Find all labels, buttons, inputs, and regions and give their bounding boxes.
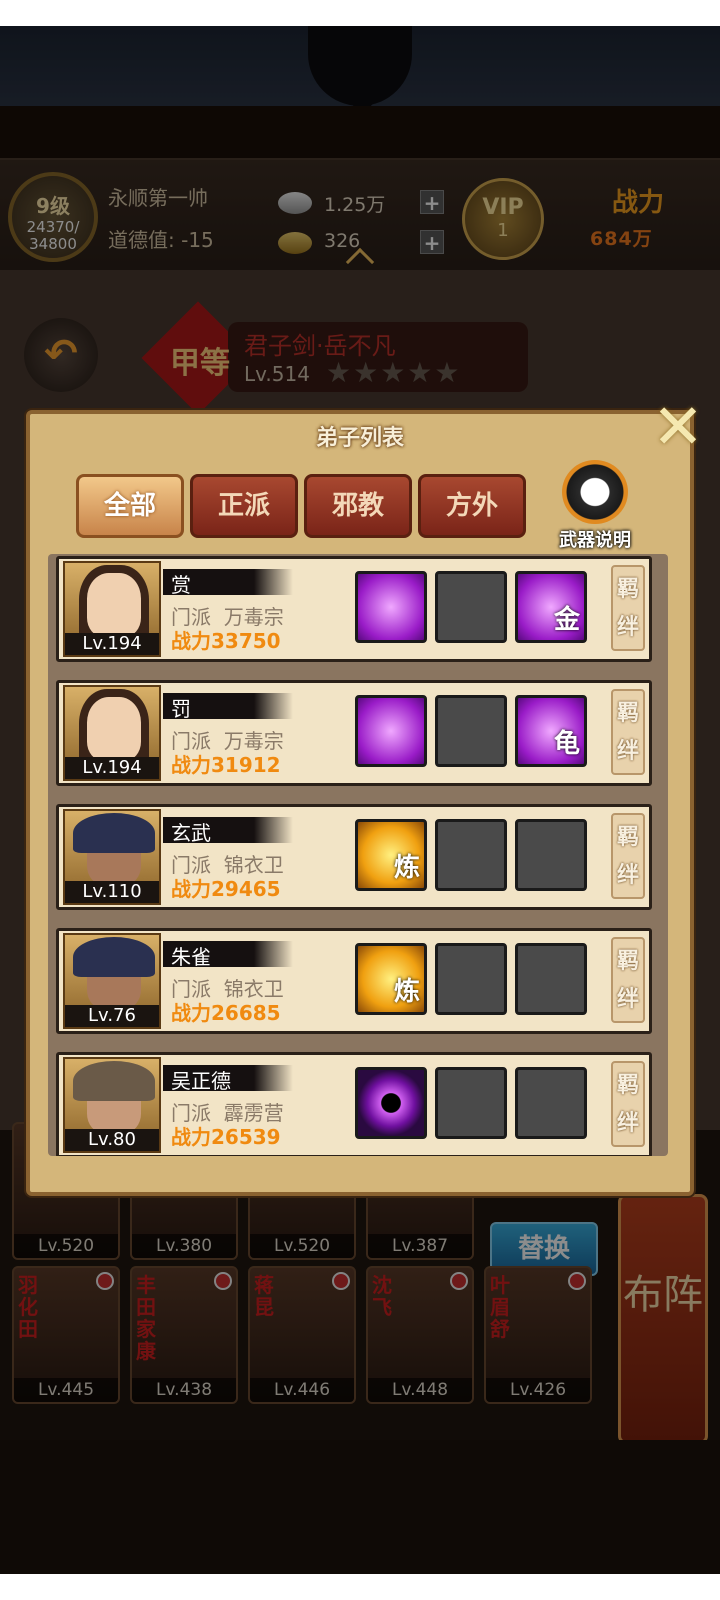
disciple-portrait: Lv.194 <box>63 685 161 781</box>
close-icon[interactable]: ✕ <box>646 396 710 462</box>
disciple-power: 战力31912 <box>171 749 281 778</box>
slot-glyph: 炼 <box>393 853 420 883</box>
game-screen: 9级 24370/ 34800 永顺第一帅 道德值: -15 1.25万 + 3… <box>0 26 720 1574</box>
power-value: 31912 <box>211 753 281 777</box>
disciple-level: Lv.76 <box>65 1005 159 1027</box>
weapon-slot[interactable] <box>355 695 427 767</box>
disciple-portrait: Lv.194 <box>63 561 161 657</box>
disciple-name: 罚 <box>171 697 191 721</box>
tab-evil[interactable]: 邪教 <box>304 474 412 538</box>
disciple-power: 战力29465 <box>171 873 281 902</box>
tab-all[interactable]: 全部 <box>76 474 184 538</box>
weapon-help-button[interactable]: 武器说明 <box>548 458 642 552</box>
weapon-slot-empty[interactable] <box>435 943 507 1015</box>
power-label: 战力 <box>171 753 211 777</box>
portrait-hat <box>73 813 155 853</box>
weapon-slot-empty[interactable] <box>515 819 587 891</box>
weapon-slot-empty[interactable] <box>515 943 587 1015</box>
power-label: 战力 <box>171 629 211 653</box>
power-value: 33750 <box>211 629 281 653</box>
slot-glyph: 炼 <box>393 977 420 1007</box>
portrait-hat <box>73 937 155 977</box>
slot-glyph: 龟 <box>553 729 580 759</box>
disciple-level: Lv.194 <box>65 757 159 779</box>
weapon-slot[interactable] <box>355 1067 427 1139</box>
portrait-face <box>87 573 141 637</box>
disciple-level: Lv.80 <box>65 1129 159 1151</box>
weapon-slot-empty[interactable] <box>435 819 507 891</box>
weapon-slot[interactable]: 龟 <box>515 695 587 767</box>
power-label: 战力 <box>171 877 211 901</box>
disciple-name: 朱雀 <box>171 945 211 969</box>
list-item[interactable]: Lv.194 罚 门派 万毒宗 战力31912 龟 羁绊 <box>56 680 652 786</box>
weapon-slot-empty[interactable] <box>435 571 507 643</box>
bond-button[interactable]: 羁绊 <box>611 689 645 775</box>
modal-title: 弟子列表 <box>315 426 404 451</box>
disciple-portrait: Lv.76 <box>63 933 161 1029</box>
disciple-name: 吴正德 <box>171 1069 231 1093</box>
portrait-hat <box>73 1061 155 1101</box>
bond-button[interactable]: 羁绊 <box>611 813 645 899</box>
power-value: 26539 <box>211 1125 281 1149</box>
power-value: 26685 <box>211 1001 281 1025</box>
weapon-slot-empty[interactable] <box>515 1067 587 1139</box>
power-label: 战力 <box>171 1001 211 1025</box>
disciple-level: Lv.110 <box>65 881 159 903</box>
disciple-name: 玄武 <box>171 821 211 845</box>
disciple-portrait: Lv.80 <box>63 1057 161 1153</box>
power-value: 29465 <box>211 877 281 901</box>
bond-button[interactable]: 羁绊 <box>611 937 645 1023</box>
weapon-help-label: 武器说明 <box>559 530 631 551</box>
disciple-level: Lv.194 <box>65 633 159 655</box>
disciple-power: 战力26685 <box>171 997 281 1026</box>
disciple-power: 战力26539 <box>171 1121 281 1150</box>
weapon-slot[interactable]: 炼 <box>355 943 427 1015</box>
disciple-name: 赏 <box>171 573 191 597</box>
list-item[interactable]: Lv.80 吴正德 门派 霹雳营 战力26539 羁绊 <box>56 1052 652 1156</box>
list-item[interactable]: Lv.194 赏 门派 万毒宗 战力33750 金 羁绊 <box>56 556 652 662</box>
disciple-portrait: Lv.110 <box>63 809 161 905</box>
tab-righteous[interactable]: 正派 <box>190 474 298 538</box>
disciple-list[interactable]: Lv.194 赏 门派 万毒宗 战力33750 金 羁绊 Lv.194 罚 门派… <box>48 554 668 1156</box>
list-item[interactable]: Lv.110 玄武 门派 锦衣卫 战力29465 炼 羁绊 <box>56 804 652 910</box>
weapon-slot[interactable]: 金 <box>515 571 587 643</box>
list-item[interactable]: Lv.76 朱雀 门派 锦衣卫 战力26685 炼 羁绊 <box>56 928 652 1034</box>
weapon-slot[interactable] <box>355 571 427 643</box>
slot-glyph: 金 <box>553 605 580 635</box>
tab-outsider[interactable]: 方外 <box>418 474 526 538</box>
bond-button[interactable]: 羁绊 <box>611 1061 645 1147</box>
weapon-slot-empty[interactable] <box>435 1067 507 1139</box>
bond-button[interactable]: 羁绊 <box>611 565 645 651</box>
portrait-face <box>87 697 141 761</box>
weapon-help-icon <box>562 460 628 524</box>
weapon-slot-empty[interactable] <box>435 695 507 767</box>
disciple-power: 战力33750 <box>171 625 281 654</box>
power-label: 战力 <box>171 1125 211 1149</box>
disciple-list-modal: 弟子列表 ✕ 全部 正派 邪教 方外 武器说明 Lv.194 赏 门派 万毒宗 <box>26 396 704 1196</box>
weapon-slot[interactable]: 炼 <box>355 819 427 891</box>
